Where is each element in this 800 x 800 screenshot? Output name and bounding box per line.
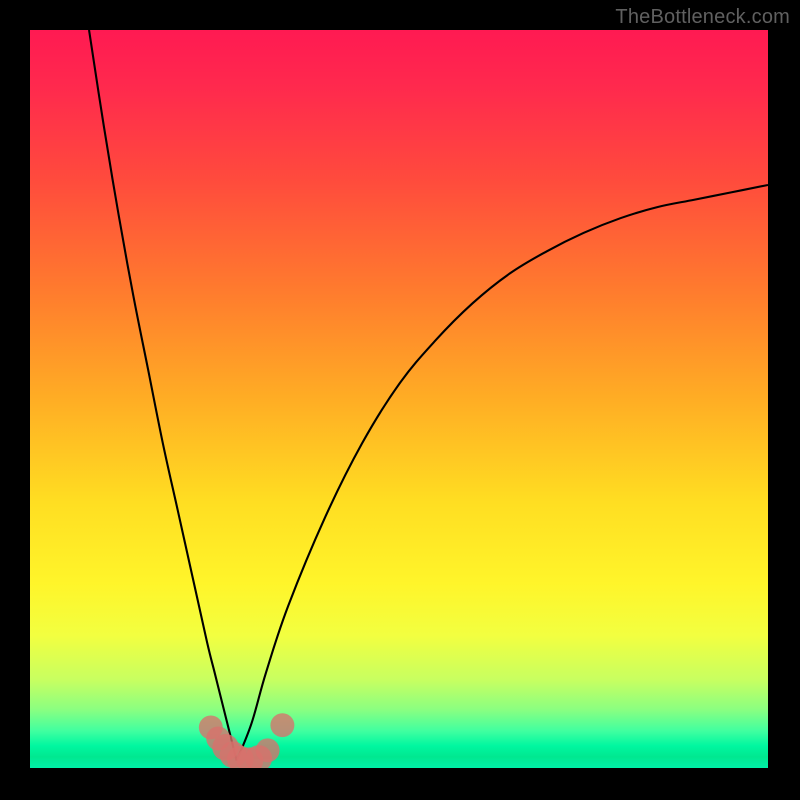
watermark-text: TheBottleneck.com (615, 6, 790, 29)
plot-area (30, 30, 768, 768)
chart-frame: TheBottleneck.com (0, 0, 800, 800)
left-branch-curve (89, 30, 237, 761)
marker-dot (270, 713, 294, 737)
right-branch-curve (237, 185, 768, 761)
marker-dots (199, 713, 295, 768)
curve-layer (30, 30, 768, 768)
marker-dot (256, 738, 280, 762)
